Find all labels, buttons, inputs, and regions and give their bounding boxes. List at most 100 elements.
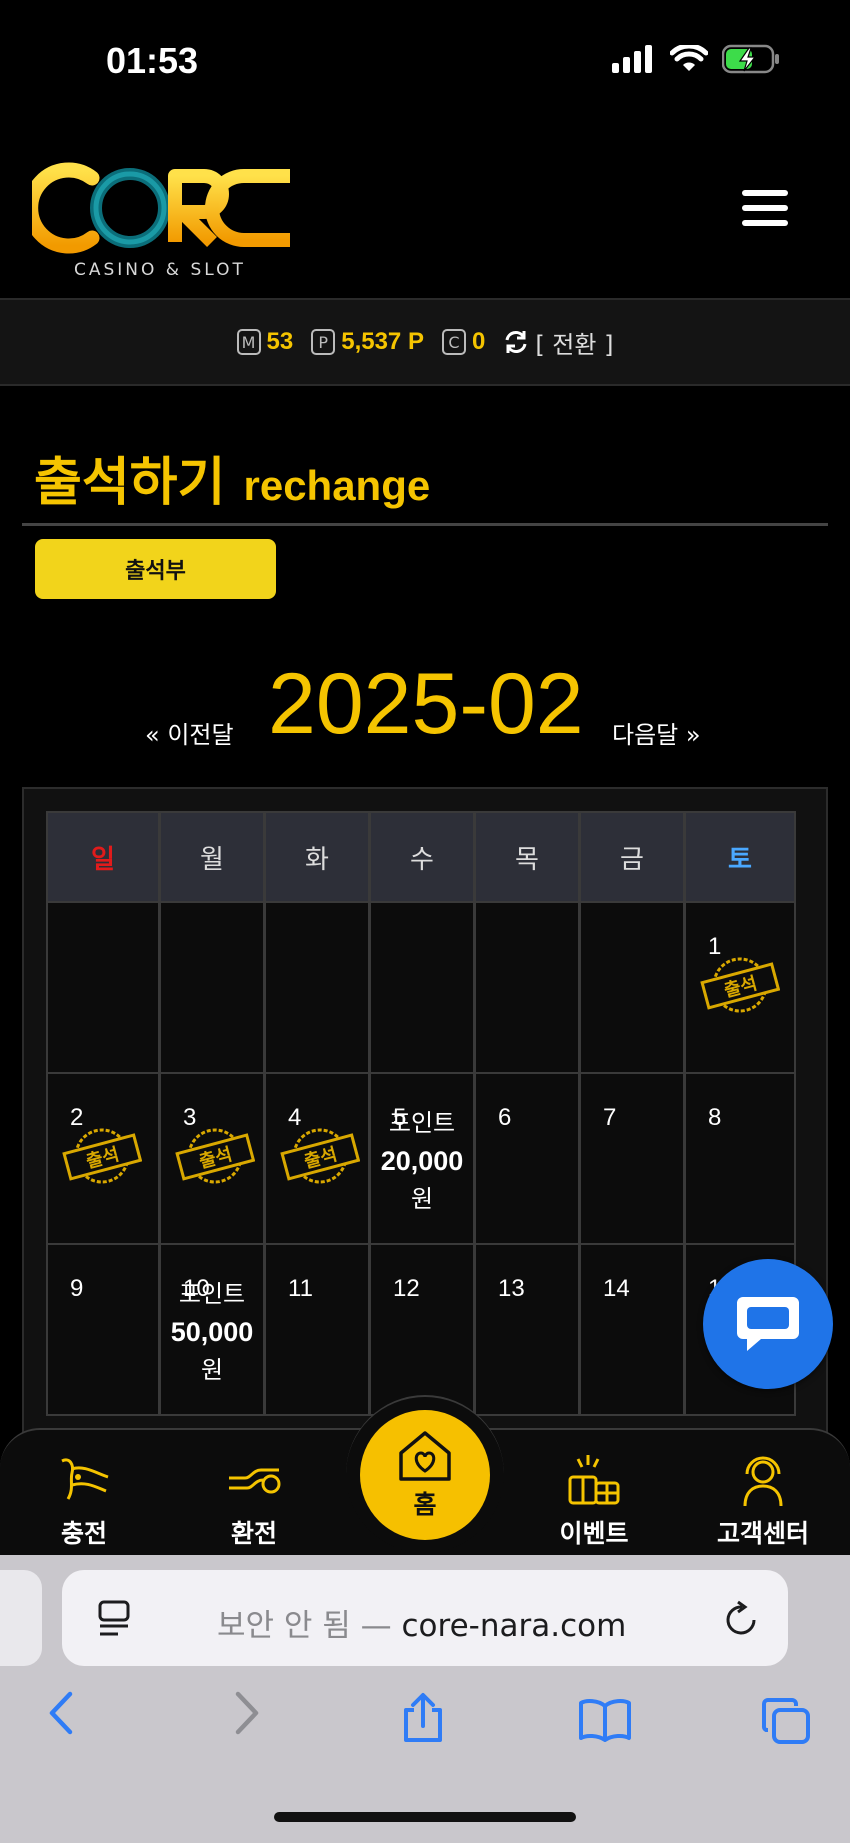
m-value: 53 xyxy=(266,328,294,355)
page-title-ko: 출석하기 xyxy=(34,453,226,513)
core-logo[interactable]: CASINO & SLOT xyxy=(23,160,294,280)
attendance-stamp-icon: 출석 xyxy=(700,957,780,1013)
hamburger-menu-icon[interactable] xyxy=(742,190,788,230)
url-text: 보안 안 됨 — core-nara.com xyxy=(217,1600,626,1645)
m-badge: M xyxy=(236,329,261,355)
calendar-day-cell: 11 xyxy=(264,1243,370,1416)
logo-graphic xyxy=(23,162,290,254)
calendar-empty-cell xyxy=(579,901,685,1074)
deposit-icon xyxy=(61,1458,109,1500)
calendar-week-row: 1 출석 xyxy=(46,901,796,1074)
calendar-day-cell: 9 xyxy=(46,1243,160,1416)
support-agent-icon xyxy=(743,1456,783,1507)
gift-icon xyxy=(568,1455,620,1505)
reward-text: 포인트 20,000 원 xyxy=(371,1104,473,1218)
calendar-day-cell: 10 포인트 50,000 원 xyxy=(159,1243,265,1416)
nav-event[interactable]: 이벤트 xyxy=(529,1450,659,1550)
current-month: 2025-02 xyxy=(268,656,584,752)
day-number: 7 xyxy=(603,1104,617,1131)
day-number: 13 xyxy=(498,1275,525,1302)
site-header: CASINO & SLOT xyxy=(0,140,850,295)
calendar-empty-cell xyxy=(369,901,475,1074)
weekday-sat: 토 xyxy=(684,811,796,903)
calendar-week-row: 910포인트50,000원1112131415 xyxy=(46,1243,796,1416)
c-points: C 0 xyxy=(441,328,486,356)
calendar-day-cell: 4 출석 xyxy=(264,1072,370,1245)
page-title: 출석하기 rechange xyxy=(34,440,430,515)
nav-deposit-label: 충전 xyxy=(60,1519,107,1548)
m-points: M 53 xyxy=(236,328,294,356)
cellular-signal-icon xyxy=(612,45,652,73)
nav-deposit[interactable]: 충전 xyxy=(19,1450,149,1550)
calendar-day-cell: 14 xyxy=(579,1243,685,1416)
tabs-icon[interactable] xyxy=(760,1696,812,1746)
live-chat-button[interactable] xyxy=(703,1259,833,1389)
calendar-day-cell: 2 출석 xyxy=(46,1072,160,1245)
day-number: 12 xyxy=(393,1275,420,1302)
switch-label: [ 전환 ] xyxy=(535,330,614,359)
attendance-book-button[interactable]: 출석부 xyxy=(35,539,276,599)
calendar-day-cell: 12 xyxy=(369,1243,475,1416)
weekday-tue: 화 xyxy=(264,811,370,903)
c-badge: C xyxy=(441,329,466,355)
weekday-thu: 목 xyxy=(474,811,580,903)
calendar-day-cell: 5 포인트 20,000 원 xyxy=(369,1072,475,1245)
status-bar: 01:53 xyxy=(0,0,850,120)
calendar-day-cell: 3 출석 xyxy=(159,1072,265,1245)
nav-home-label: 홈 xyxy=(413,1490,437,1519)
day-number: 14 xyxy=(603,1275,630,1302)
bookmarks-icon[interactable] xyxy=(578,1698,632,1742)
reward-amount: 20,000 xyxy=(380,1146,464,1176)
reward-text: 포인트 50,000 원 xyxy=(161,1275,263,1389)
previous-tab-preview[interactable] xyxy=(0,1570,42,1666)
day-number: 6 xyxy=(498,1104,512,1131)
next-month-link[interactable]: 다음달 » xyxy=(612,715,701,750)
attendance-stamp-icon: 출석 xyxy=(280,1128,360,1184)
nav-event-label: 이벤트 xyxy=(559,1519,629,1548)
c-value: 0 xyxy=(471,328,486,355)
title-divider xyxy=(22,523,828,526)
day-number: 8 xyxy=(708,1104,722,1131)
attendance-stamp-icon: 출석 xyxy=(62,1128,142,1184)
calendar-empty-cell xyxy=(46,901,160,1074)
share-icon[interactable] xyxy=(400,1692,446,1744)
refresh-icon xyxy=(505,331,527,353)
page-title-en: rechange xyxy=(243,462,431,509)
calendar-day-cell: 13 xyxy=(474,1243,580,1416)
home-indicator xyxy=(274,1812,576,1822)
nav-support[interactable]: 고객센터 xyxy=(698,1450,828,1550)
wifi-icon xyxy=(670,45,708,71)
nav-exchange[interactable]: 환전 xyxy=(189,1450,319,1550)
url-security-prefix: 보안 안 됨 — xyxy=(217,1608,402,1644)
points-bar: M 53 P 5,537 P C 0 [ 전환 ] xyxy=(0,298,850,386)
weekday-sun: 일 xyxy=(46,811,160,903)
calendar-empty-cell xyxy=(474,901,580,1074)
exchange-icon xyxy=(229,1468,281,1494)
weekday-wed: 수 xyxy=(369,811,475,903)
reward-unit: 원 xyxy=(200,1356,224,1384)
p-points: P 5,537 P xyxy=(311,328,424,356)
page-menu-icon[interactable] xyxy=(98,1600,132,1638)
calendar-body: 1 출석 2 출석 3 출석 4 출석 5 포인트 20,000 원 6 7 8 9 10 포인트 50,000 원 1… xyxy=(46,901,796,1416)
reward-amount: 50,000 xyxy=(170,1317,254,1347)
switch-button[interactable]: [ 전환 ] xyxy=(503,325,613,360)
home-heart-icon xyxy=(399,1431,451,1481)
nav-home[interactable]: 홈 xyxy=(360,1410,490,1540)
attendance-calendar: 일 월 화 수 목 금 토 1 출석 2 출석 3 출석 4 출석 5 포인트 20,000 원 6 7 8… xyxy=(46,811,796,1416)
reload-icon[interactable] xyxy=(724,1600,760,1638)
address-bar[interactable]: 보안 안 됨 — core-nara.com xyxy=(62,1570,788,1666)
prev-month-link[interactable]: « 이전달 xyxy=(145,715,234,750)
weekday-header-row: 일 월 화 수 목 금 토 xyxy=(46,811,796,903)
forward-icon[interactable] xyxy=(232,1690,262,1736)
nav-support-label: 고객센터 xyxy=(716,1519,809,1548)
day-number: 9 xyxy=(70,1275,84,1302)
logo-subtitle: CASINO & SLOT xyxy=(74,260,246,280)
url-host: core-nara.com xyxy=(401,1608,627,1644)
calendar-day-cell: 7 xyxy=(579,1072,685,1245)
calendar-empty-cell xyxy=(159,901,265,1074)
calendar-day-cell: 1 출석 xyxy=(684,901,796,1074)
weekday-mon: 월 xyxy=(159,811,265,903)
calendar-day-cell: 6 xyxy=(474,1072,580,1245)
back-icon[interactable] xyxy=(46,1690,76,1736)
reward-unit: 원 xyxy=(410,1185,434,1213)
